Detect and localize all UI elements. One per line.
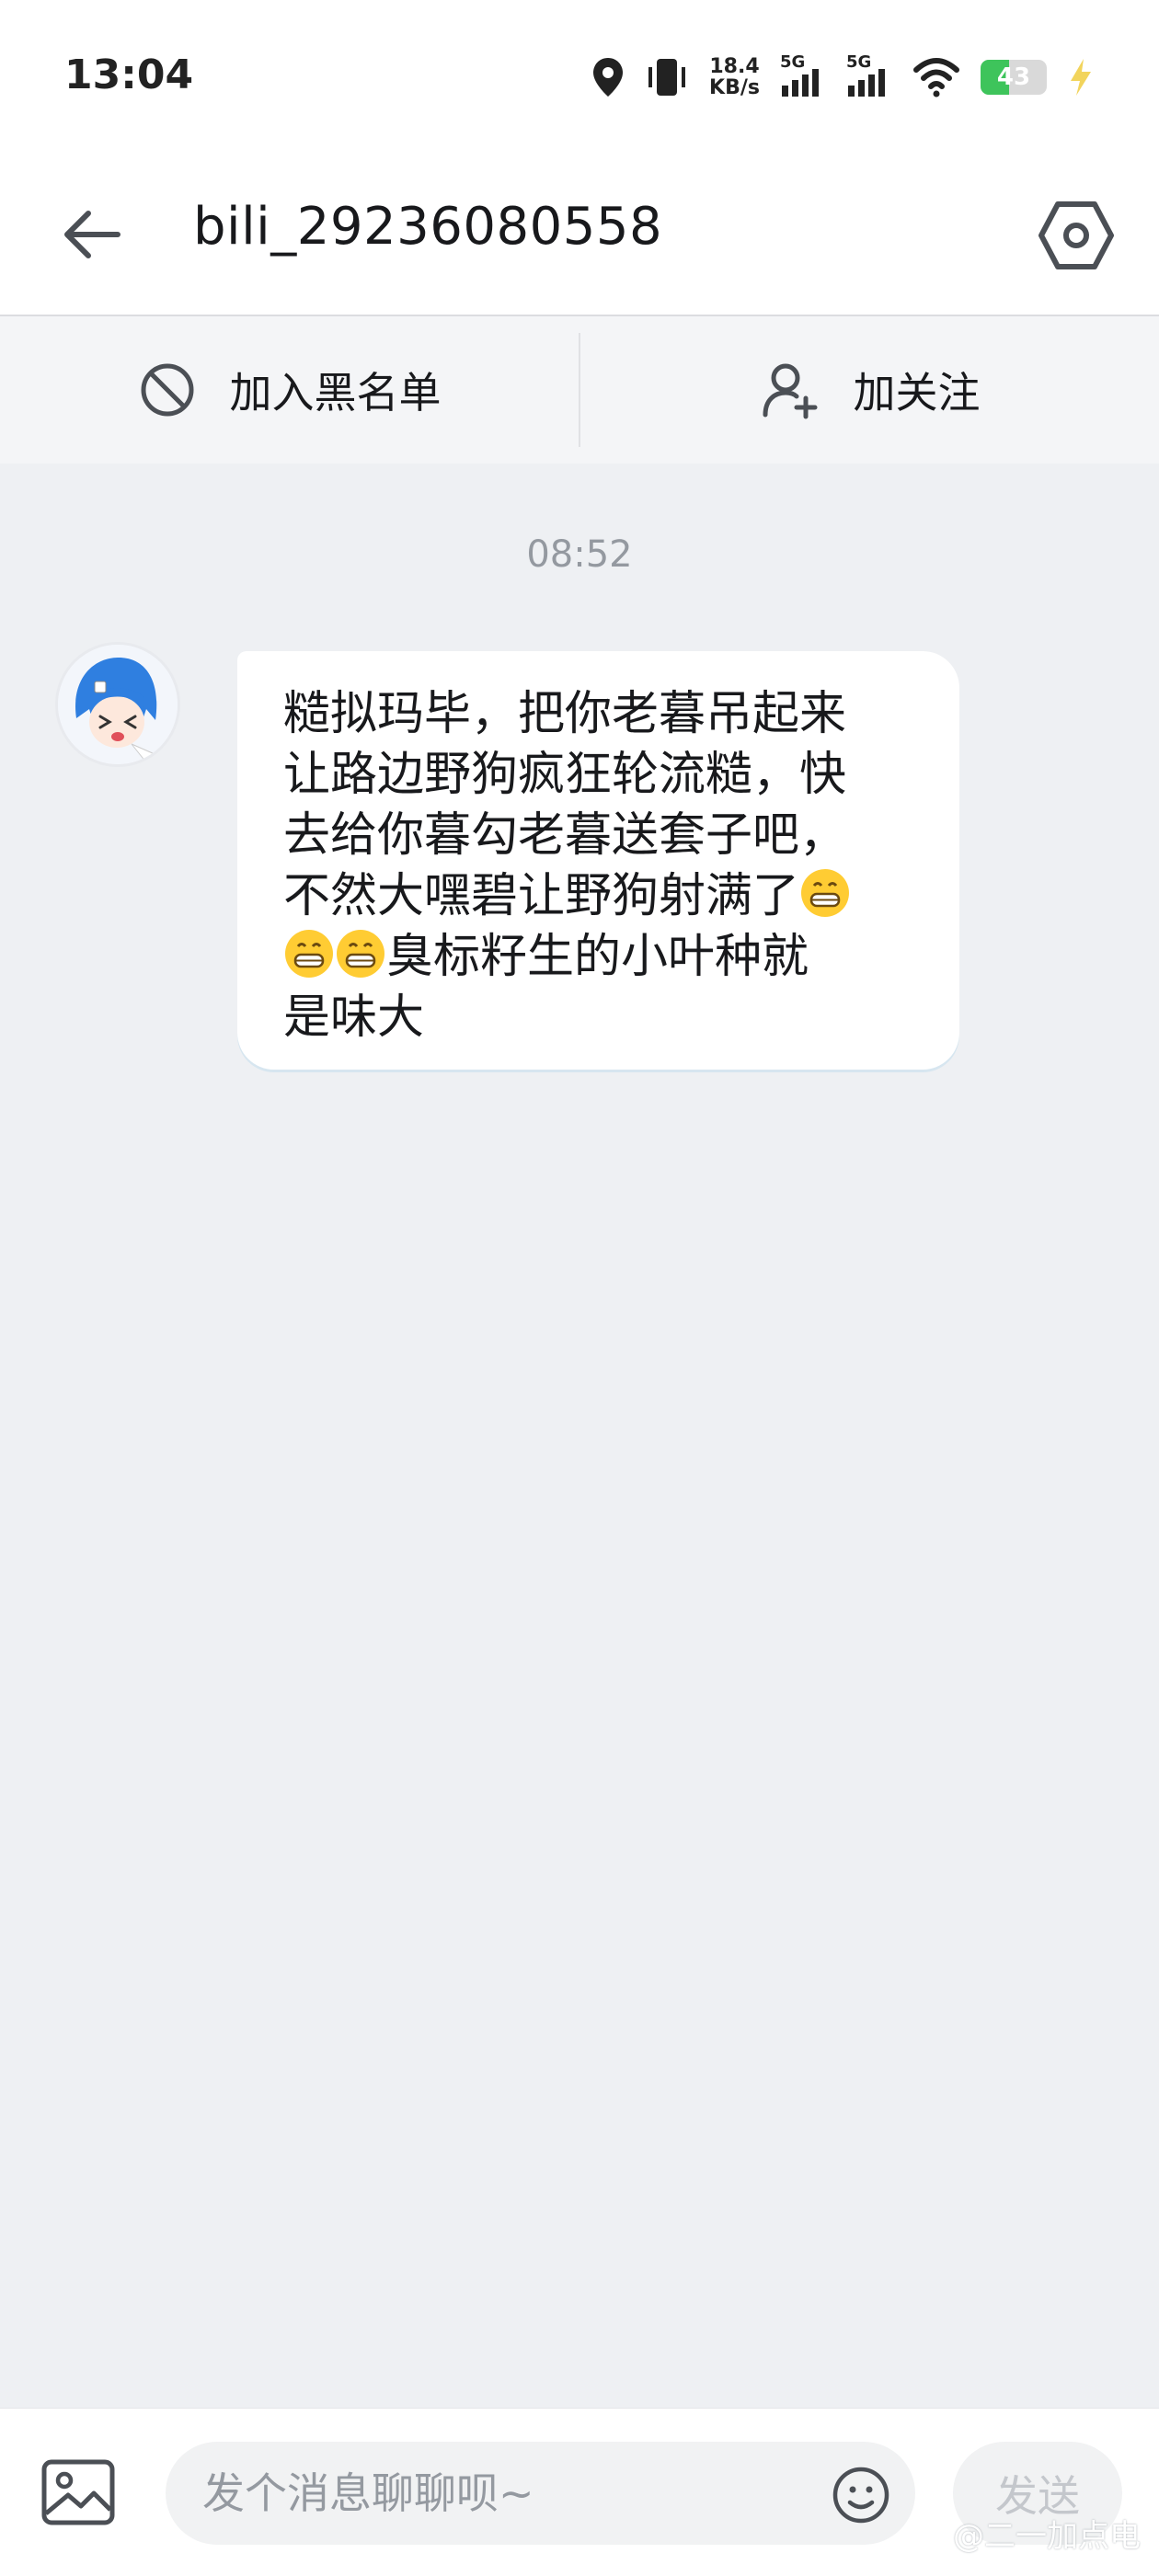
network-speed-value: 18.4: [709, 55, 760, 78]
signal-5g-1: 5G: [780, 52, 826, 98]
message-line: 是味大: [283, 990, 425, 1045]
page-title: bili_29236080558: [193, 197, 663, 257]
block-label: 加入黑名单: [229, 368, 442, 418]
signal-bars-icon: [782, 69, 819, 97]
battery-indicator: 43: [981, 60, 1047, 95]
chat-header: bili_29236080558: [0, 156, 1159, 316]
follow-button[interactable]: 加关注: [580, 316, 1159, 464]
emoji-button[interactable]: [832, 2466, 890, 2524]
arrow-left-icon: [64, 211, 120, 258]
watermark: @二一加点电: [911, 2511, 1141, 2556]
network-speed: 18.4 KB/s: [709, 56, 760, 98]
message-text: 不然大嘿碧让野狗射满了: [283, 869, 800, 923]
message-line: 让路边野狗疯狂轮流糙，快: [283, 748, 847, 802]
grinning-face-icon: [337, 930, 384, 978]
action-bar: 加入黑名单 加关注: [0, 316, 1159, 464]
status-icons: 18.4 KB/s 5G 5G 43: [591, 52, 1095, 101]
message-line: 去给你暮勾老暮送套子吧，: [283, 808, 847, 863]
block-button[interactable]: 加入黑名单: [0, 316, 579, 464]
charging-icon: [1071, 59, 1091, 96]
signal-bars-icon: [848, 69, 885, 97]
message-line: 糙拟玛毕，把你老暮吊起来: [283, 687, 847, 741]
follow-label: 加关注: [853, 368, 981, 418]
message-timestamp: 08:52: [526, 533, 633, 576]
settings-button[interactable]: [1030, 189, 1122, 281]
grinning-face-icon: [285, 930, 333, 978]
network-speed-unit: KB/s: [709, 76, 760, 99]
back-button[interactable]: [52, 193, 134, 276]
weibo-logo-icon: [912, 2520, 946, 2548]
status-bar: 13:04 18.4 KB/s 5G 5G 43: [0, 0, 1159, 156]
add-user-icon: [763, 363, 817, 419]
gear-icon: [1039, 201, 1114, 269]
image-icon: [41, 2459, 115, 2525]
message-line: 不然大嘿碧让野狗射满了: [283, 866, 923, 927]
grinning-face-icon: [801, 869, 850, 917]
signal-5g-2: 5G: [846, 52, 892, 98]
anime-avatar-icon: [58, 645, 178, 764]
message-input[interactable]: [166, 2442, 915, 2545]
block-icon: [141, 363, 193, 417]
message-text: 臭标籽生的小叶种就: [386, 930, 809, 984]
message-line: 臭标籽生的小叶种就: [283, 927, 923, 988]
input-bar: 发送 @二一加点电: [0, 2408, 1159, 2576]
status-time: 13:04: [64, 52, 194, 98]
battery-level: 43: [996, 63, 1031, 91]
avatar[interactable]: [55, 642, 180, 767]
wifi-icon: [913, 58, 959, 97]
location-icon: [593, 58, 624, 97]
vibrate-icon: [648, 59, 686, 96]
watermark-text: @二一加点电: [953, 2518, 1141, 2555]
smiley-icon: [832, 2467, 889, 2524]
image-picker-button[interactable]: [39, 2456, 118, 2530]
message-bubble[interactable]: 糙拟玛毕，把你老暮吊起来 让路边野狗疯狂轮流糙，快 去给你暮勾老暮送套子吧， 不…: [237, 651, 959, 1070]
